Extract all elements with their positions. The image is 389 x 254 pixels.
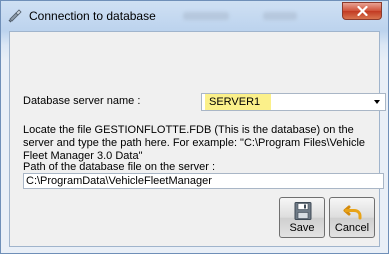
window-title: Connection to database — [29, 9, 156, 23]
chevron-down-icon[interactable] — [374, 100, 380, 104]
title-bar[interactable]: Connection to database — [1, 1, 388, 31]
database-connection-icon — [8, 9, 22, 23]
undo-arrow-icon — [343, 205, 362, 220]
path-label: Path of the database file on the server … — [23, 161, 216, 173]
save-button-label: Save — [289, 222, 315, 234]
server-name-value: SERVER1 — [205, 94, 271, 110]
blurred-background-text — [263, 12, 297, 20]
server-name-combobox[interactable]: SERVER1 — [201, 93, 386, 111]
help-text: Locate the file GESTIONFLOTTE.FDB (This … — [23, 124, 366, 162]
close-x-icon — [356, 6, 368, 16]
close-button[interactable] — [342, 2, 382, 20]
database-path-input[interactable] — [23, 173, 384, 189]
dialog-window: Connection to database Database server n… — [0, 0, 389, 254]
floppy-disk-icon — [294, 202, 312, 220]
cancel-button-label: Cancel — [334, 222, 370, 234]
blurred-background-text — [183, 12, 229, 20]
save-button[interactable]: Save — [279, 197, 325, 238]
server-name-label: Database server name : — [23, 95, 141, 107]
cancel-button[interactable]: Cancel — [329, 197, 375, 238]
